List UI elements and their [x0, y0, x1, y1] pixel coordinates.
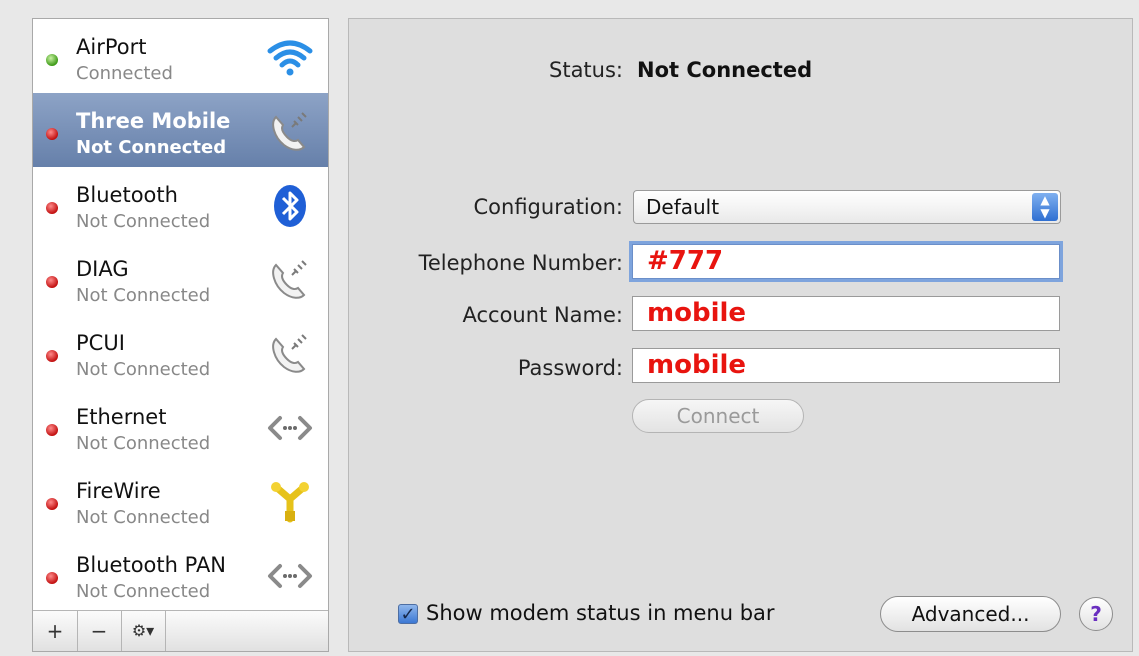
service-detail-panel: Status: Not Connected Configuration: Def…: [348, 18, 1133, 652]
service-status: Not Connected: [76, 359, 211, 380]
service-status: Not Connected: [76, 137, 227, 158]
service-status: Not Connected: [76, 285, 211, 306]
status-dot-icon: [46, 424, 58, 436]
telephone-number-label: Telephone Number:: [418, 251, 623, 275]
status-value: Not Connected: [637, 58, 813, 82]
service-status: Connected: [76, 63, 173, 84]
service-item-three-mobile[interactable]: Three Mobile Not Connected: [33, 93, 328, 167]
connect-button[interactable]: Connect: [632, 399, 804, 433]
password-field[interactable]: mobile: [632, 348, 1060, 383]
ethernet-icon: [266, 553, 314, 599]
bluetooth-icon: [266, 183, 314, 229]
service-list-panel: AirPort Connected Three Mobile Not Connecte…: [32, 18, 329, 652]
service-name: Three Mobile: [76, 109, 231, 133]
status-dot-icon: [46, 350, 58, 362]
help-button[interactable]: ?: [1079, 597, 1113, 631]
service-list[interactable]: AirPort Connected Three Mobile Not Connecte…: [33, 19, 328, 611]
service-status: Not Connected: [76, 433, 211, 454]
service-name: Bluetooth: [76, 183, 178, 207]
service-name: DIAG: [76, 257, 129, 281]
service-item-bluetooth[interactable]: Bluetooth Not Connected: [33, 167, 328, 241]
service-item-airport[interactable]: AirPort Connected: [33, 19, 328, 93]
service-status: Not Connected: [76, 507, 211, 528]
service-name: PCUI: [76, 331, 125, 355]
configuration-select[interactable]: Default ▲ ▼: [633, 190, 1061, 224]
service-item-bluetooth-pan[interactable]: Bluetooth PAN Not Connected: [33, 537, 328, 611]
telephone-number-field[interactable]: #777: [632, 244, 1060, 279]
select-arrows-icon: ▲ ▼: [1032, 193, 1058, 221]
status-label: Status:: [549, 58, 623, 82]
wifi-icon: [266, 35, 314, 81]
add-service-button[interactable]: +: [33, 611, 78, 651]
phone-modem-icon: [266, 331, 314, 377]
service-name: Bluetooth PAN: [76, 553, 227, 577]
status-dot-icon: [46, 276, 58, 288]
service-item-firewire[interactable]: FireWire Not Connected: [33, 463, 328, 537]
configuration-value: Default: [646, 195, 720, 219]
service-name: AirPort: [76, 35, 147, 59]
service-item-ethernet[interactable]: Ethernet Not Connected: [33, 389, 328, 463]
account-name-field[interactable]: mobile: [632, 296, 1060, 331]
service-item-pcui[interactable]: PCUI Not Connected: [33, 315, 328, 389]
action-menu-button[interactable]: ⚙▾: [121, 611, 166, 651]
service-status: Not Connected: [76, 211, 211, 232]
ethernet-icon: [266, 405, 314, 451]
status-dot-icon: [46, 572, 58, 584]
firewire-icon: [266, 479, 314, 525]
service-status: Not Connected: [76, 581, 211, 602]
show-modem-status-label[interactable]: Show modem status in menu bar: [426, 601, 775, 625]
remove-service-button[interactable]: −: [77, 611, 122, 651]
configuration-label: Configuration:: [473, 195, 624, 219]
status-dot-icon: [46, 54, 58, 66]
status-dot-icon: [46, 202, 58, 214]
show-modem-status-checkbox[interactable]: ✓: [398, 604, 418, 624]
account-name-label: Account Name:: [462, 303, 624, 327]
phone-modem-icon: [266, 257, 314, 303]
service-name: Ethernet: [76, 405, 167, 429]
service-list-toolbar: + − ⚙▾: [33, 610, 328, 651]
status-dot-icon: [46, 498, 58, 510]
service-item-diag[interactable]: DIAG Not Connected: [33, 241, 328, 315]
status-dot-icon: [46, 128, 58, 140]
advanced-button[interactable]: Advanced...: [880, 596, 1061, 632]
service-name: FireWire: [76, 479, 161, 503]
password-label: Password:: [517, 356, 623, 380]
phone-modem-icon: [266, 109, 314, 155]
